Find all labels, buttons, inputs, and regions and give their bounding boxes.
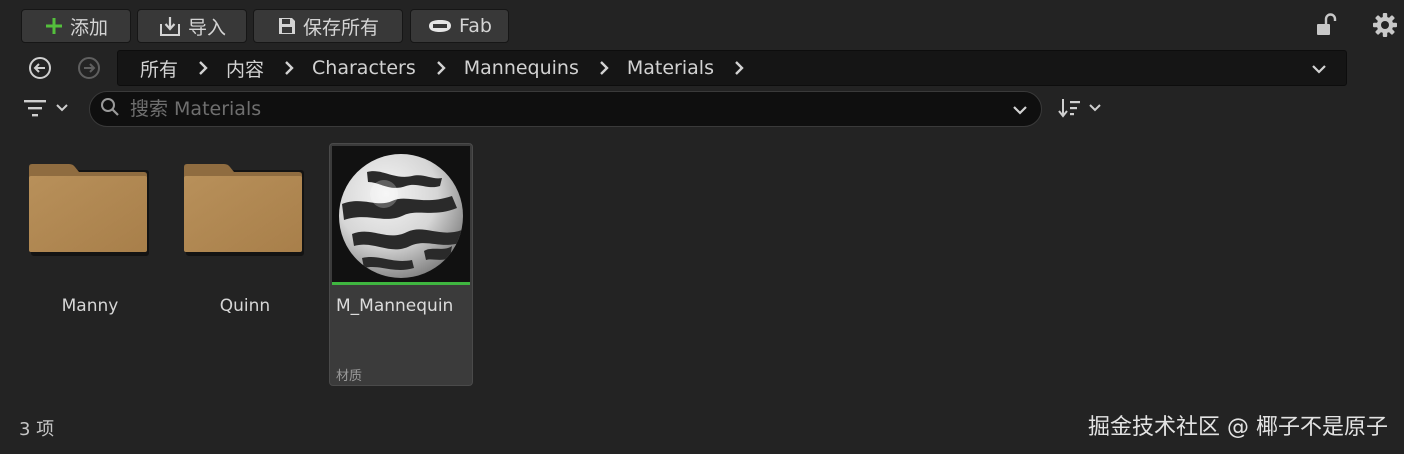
chevron-down-icon[interactable] xyxy=(1310,60,1328,78)
back-button[interactable] xyxy=(28,56,52,80)
folder-item[interactable]: Manny xyxy=(21,144,159,384)
save-all-button[interactable]: 保存所有 xyxy=(253,9,403,43)
import-icon xyxy=(158,15,182,37)
chevron-down-icon[interactable] xyxy=(1011,101,1029,119)
filter-icon xyxy=(22,96,48,124)
asset-type-color-bar xyxy=(332,282,470,285)
material-name: M_Mannequin xyxy=(336,296,454,316)
search-input[interactable] xyxy=(128,97,1041,121)
fab-button-label: Fab xyxy=(459,15,492,37)
breadcrumb-item-mannequins[interactable]: Mannequins xyxy=(464,57,579,79)
material-type-label: 材质 xyxy=(336,369,363,384)
folder-icon xyxy=(29,164,151,260)
breadcrumb-item-characters[interactable]: Characters xyxy=(312,57,416,79)
sort-icon xyxy=(1057,96,1083,124)
forward-icon xyxy=(77,57,101,84)
sort-button[interactable] xyxy=(1057,96,1107,124)
add-button-label: 添加 xyxy=(69,16,108,39)
material-asset-tile[interactable]: M_Mannequin 材质 xyxy=(329,143,473,386)
search-icon xyxy=(100,97,120,121)
fab-button[interactable]: Fab xyxy=(410,9,509,43)
settings-icon[interactable] xyxy=(1372,12,1398,38)
forward-button[interactable] xyxy=(77,56,101,80)
chevron-right-icon[interactable] xyxy=(196,60,210,76)
chevron-down-icon xyxy=(54,100,70,120)
fab-icon xyxy=(427,18,453,34)
material-thumbnail xyxy=(332,146,470,282)
lock-icon[interactable] xyxy=(1314,12,1338,38)
save-all-button-label: 保存所有 xyxy=(302,16,379,39)
toolbar: 添加 导入 保存所有 Fab xyxy=(0,0,1404,50)
watermark: 掘金技术社区 @ 椰子不是原子 xyxy=(1088,415,1388,440)
add-button[interactable]: 添加 xyxy=(21,9,131,43)
filter-button[interactable] xyxy=(22,96,76,124)
plus-icon xyxy=(44,16,64,36)
chevron-right-icon[interactable] xyxy=(282,60,296,76)
folder-icon xyxy=(184,164,306,260)
breadcrumb: 所有 内容 Characters Mannequins Materials xyxy=(117,50,1347,86)
item-count: 3 项 xyxy=(19,419,55,440)
chevron-down-icon xyxy=(1087,100,1103,120)
folder-name: Manny xyxy=(61,296,119,316)
breadcrumb-item-all[interactable]: 所有 xyxy=(140,55,178,82)
chevron-right-icon[interactable] xyxy=(434,60,448,76)
import-button[interactable]: 导入 xyxy=(137,9,247,43)
chevron-right-icon[interactable] xyxy=(732,60,746,76)
breadcrumb-item-content[interactable]: 内容 xyxy=(226,55,264,82)
search-box xyxy=(89,91,1042,127)
breadcrumb-item-materials[interactable]: Materials xyxy=(627,57,714,79)
back-icon xyxy=(28,57,52,84)
save-icon xyxy=(277,16,297,36)
import-button-label: 导入 xyxy=(187,16,226,39)
chevron-right-icon[interactable] xyxy=(597,60,611,76)
folder-name: Quinn xyxy=(219,296,271,316)
folder-item[interactable]: Quinn xyxy=(176,144,314,384)
